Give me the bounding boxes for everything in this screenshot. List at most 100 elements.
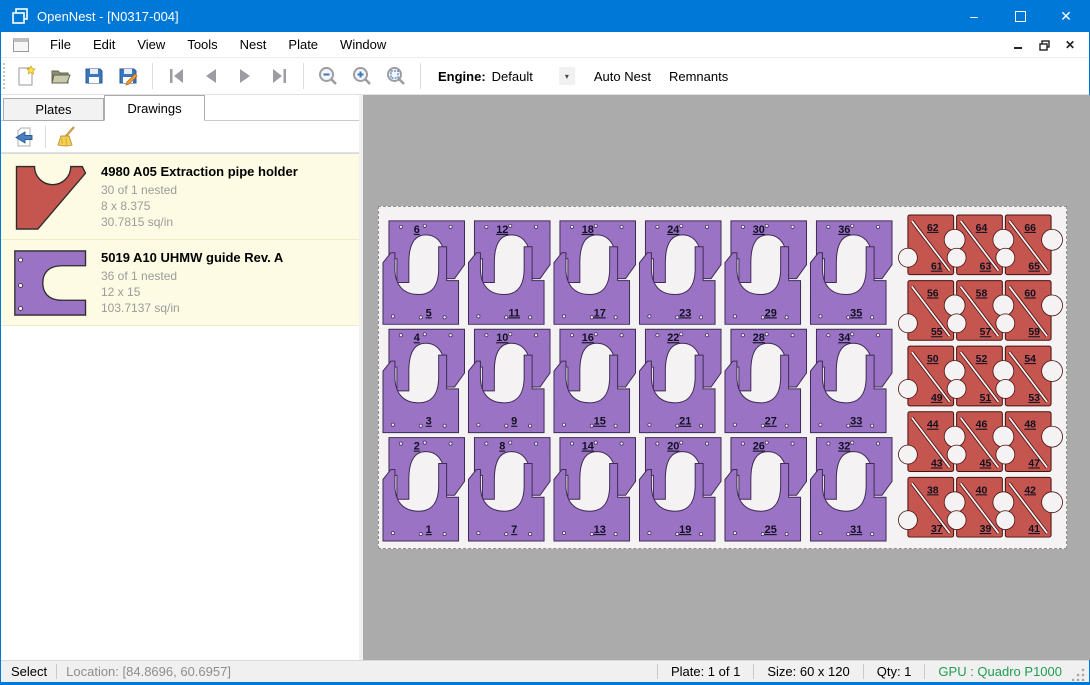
part-number-41[interactable]: 41 [1028,524,1040,535]
purple-part-34[interactable] [816,329,892,391]
part-number-29[interactable]: 29 [765,307,777,319]
part-number-1[interactable]: 1 [426,524,432,536]
remnants-button[interactable]: Remnants [660,63,737,90]
close-button[interactable]: ✕ [1043,0,1089,32]
minimize-button[interactable]: – [951,0,997,32]
part-number-62[interactable]: 62 [927,223,939,234]
part-number-10[interactable]: 10 [496,332,508,344]
menu-window[interactable]: Window [329,33,397,56]
purple-part-8[interactable] [474,438,550,500]
zoom-in-button[interactable] [345,61,379,91]
part-number-57[interactable]: 57 [980,327,992,338]
part-number-38[interactable]: 38 [927,485,939,496]
zoom-fit-button[interactable] [379,61,413,91]
part-number-60[interactable]: 60 [1024,288,1036,299]
part-number-11[interactable]: 11 [508,307,520,319]
part-number-3[interactable]: 3 [426,416,432,428]
part-number-61[interactable]: 61 [931,262,943,273]
part-number-8[interactable]: 8 [499,441,505,453]
last-plate-button[interactable] [262,61,296,91]
new-button[interactable] [9,61,43,91]
zoom-out-button[interactable] [311,61,345,91]
purple-part-30[interactable] [731,221,807,283]
menu-edit[interactable]: Edit [82,33,126,56]
purple-part-4[interactable] [389,329,465,391]
purple-part-28[interactable] [731,329,807,391]
part-number-6[interactable]: 6 [414,224,420,236]
part-number-15[interactable]: 15 [594,416,606,428]
purple-part-24[interactable] [645,221,721,283]
purple-part-20[interactable] [645,438,721,500]
import-drawing-button[interactable] [9,124,39,150]
part-number-47[interactable]: 47 [1028,458,1040,469]
menu-tools[interactable]: Tools [176,33,228,56]
part-number-43[interactable]: 43 [931,458,943,469]
part-number-34[interactable]: 34 [838,332,851,344]
maximize-button[interactable] [997,0,1043,32]
next-plate-button[interactable] [228,61,262,91]
title-bar[interactable]: OpenNest - [N0317-004] – ✕ [1,0,1089,32]
tab-plates[interactable]: Plates [3,98,104,121]
save-button[interactable] [77,61,111,91]
part-number-36[interactable]: 36 [838,224,850,236]
part-number-45[interactable]: 45 [980,458,992,469]
document-window-icon[interactable] [13,38,29,52]
part-number-24[interactable]: 24 [667,224,680,236]
part-number-2[interactable]: 2 [414,441,420,453]
purple-part-6[interactable] [389,221,465,283]
purple-part-32[interactable] [816,438,892,500]
purple-part-12[interactable] [474,221,550,283]
part-number-64[interactable]: 64 [976,223,988,234]
part-number-49[interactable]: 49 [931,393,943,404]
part-number-32[interactable]: 32 [838,441,850,453]
part-number-5[interactable]: 5 [426,307,432,319]
menu-file[interactable]: File [39,33,82,56]
part-number-46[interactable]: 46 [976,420,988,431]
resize-grip[interactable] [1072,667,1086,681]
part-number-14[interactable]: 14 [582,441,595,453]
part-number-52[interactable]: 52 [976,354,988,365]
purple-part-36[interactable] [816,221,892,283]
drawing-item[interactable]: 5019 A10 UHMW guide Rev. A 36 of 1 neste… [1,240,359,326]
part-number-50[interactable]: 50 [927,354,939,365]
part-number-59[interactable]: 59 [1028,327,1040,338]
part-number-65[interactable]: 65 [1028,262,1040,273]
part-number-40[interactable]: 40 [976,485,988,496]
part-number-28[interactable]: 28 [753,332,765,344]
plate[interactable]: 6512111817242330293635431091615222128273… [378,206,1067,549]
purple-part-14[interactable] [560,438,636,500]
previous-plate-button[interactable] [194,61,228,91]
part-number-35[interactable]: 35 [850,307,862,319]
part-number-22[interactable]: 22 [667,332,679,344]
part-number-55[interactable]: 55 [931,327,943,338]
part-number-23[interactable]: 23 [679,307,691,319]
part-number-20[interactable]: 20 [667,441,679,453]
part-number-7[interactable]: 7 [511,524,517,536]
purple-part-18[interactable] [560,221,636,283]
part-number-12[interactable]: 12 [496,224,508,236]
auto-nest-button[interactable]: Auto Nest [585,63,660,90]
part-number-16[interactable]: 16 [582,332,594,344]
clean-drawings-button[interactable] [52,124,82,150]
menu-plate[interactable]: Plate [277,33,329,56]
part-number-19[interactable]: 19 [679,524,691,536]
menu-view[interactable]: View [126,33,176,56]
part-number-25[interactable]: 25 [765,524,777,536]
part-number-42[interactable]: 42 [1024,485,1036,496]
part-number-9[interactable]: 9 [511,416,517,428]
part-number-4[interactable]: 4 [414,332,421,344]
part-number-30[interactable]: 30 [753,224,765,236]
save-as-button[interactable] [111,61,145,91]
first-plate-button[interactable] [160,61,194,91]
part-number-48[interactable]: 48 [1024,420,1036,431]
purple-part-16[interactable] [560,329,636,391]
nest-canvas[interactable]: 6512111817242330293635431091615222128273… [359,95,1090,660]
tab-drawings[interactable]: Drawings [104,95,205,121]
part-number-33[interactable]: 33 [850,416,862,428]
engine-dropdown-button[interactable]: ▾ [559,67,575,85]
engine-combobox[interactable]: Default [492,69,533,84]
mdi-restore-button[interactable] [1033,35,1055,55]
part-number-13[interactable]: 13 [594,524,606,536]
part-number-44[interactable]: 44 [927,420,939,431]
part-number-18[interactable]: 18 [582,224,594,236]
